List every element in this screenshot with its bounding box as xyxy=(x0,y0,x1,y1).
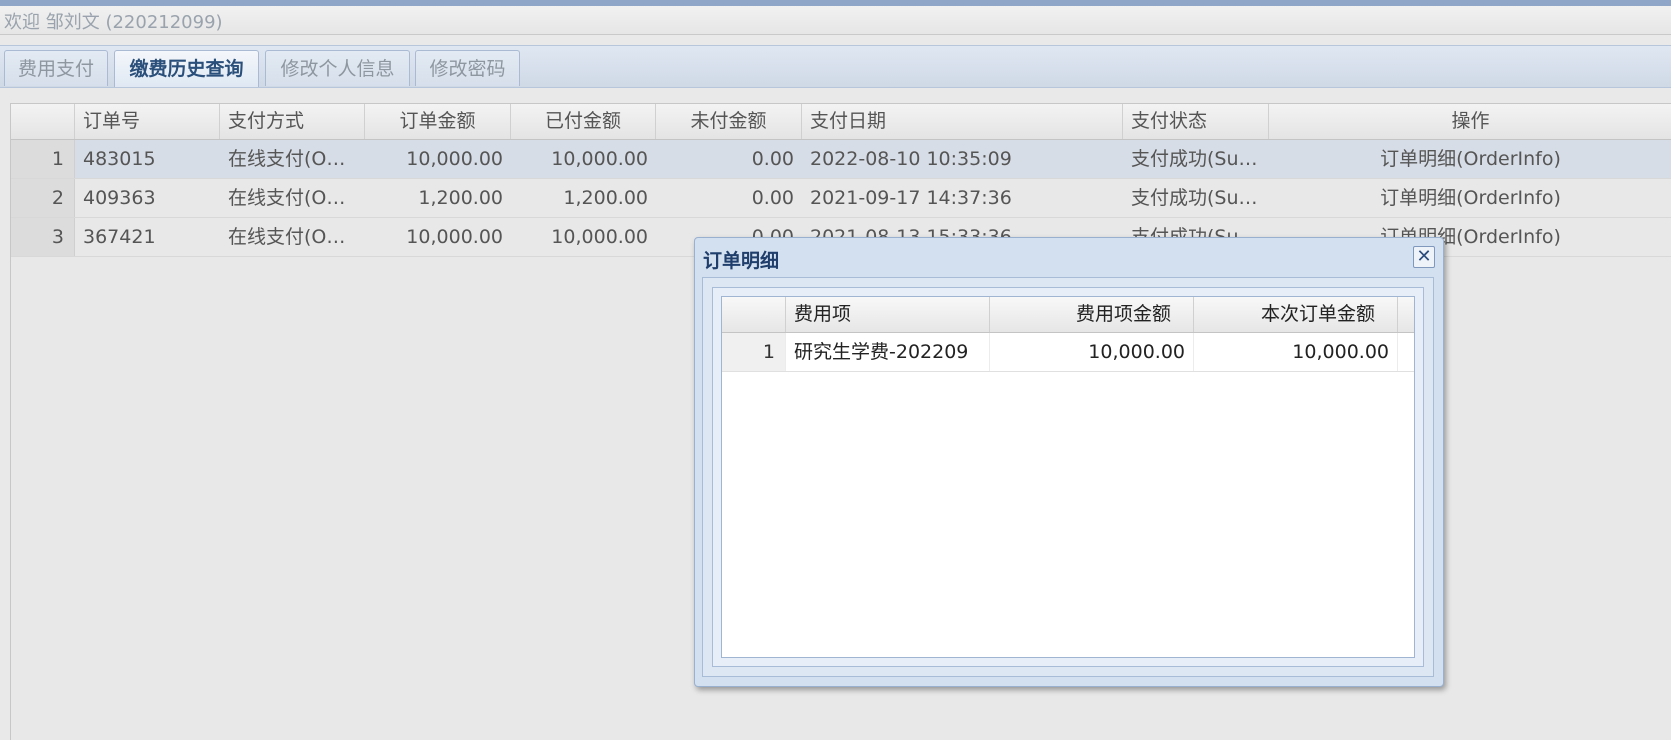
header-paid-amount[interactable]: 已付金额 xyxy=(511,104,656,139)
row-number: 3 xyxy=(11,218,75,256)
paid-amount: 10,000.00 xyxy=(551,148,648,170)
order-detail-grid: 费用项 费用项金额 本次订单金额 1 研究生学费-202209 10,000.0… xyxy=(721,296,1415,658)
tab-fee-payment[interactable]: 费用支付 xyxy=(4,50,108,86)
header-order-amount[interactable]: 订单金额 xyxy=(365,104,511,139)
pay-status: 支付成功(Su… xyxy=(1131,148,1258,170)
header-pay-date[interactable]: 支付日期 xyxy=(802,104,1123,139)
order-amount: 10,000.00 xyxy=(406,226,503,248)
dialog-body: 费用项 费用项金额 本次订单金额 1 研究生学费-202209 10,000.0… xyxy=(702,277,1434,677)
order-no: 409363 xyxy=(83,187,156,209)
fee-item: 研究生学费-202209 xyxy=(786,333,990,371)
tab-strip: 费用支付 缴费历史查询 修改个人信息 修改密码 xyxy=(0,45,1671,88)
detail-grid-header: 费用项 费用项金额 本次订单金额 xyxy=(722,297,1414,333)
header-order-no[interactable]: 订单号 xyxy=(75,104,220,139)
tab-edit-profile[interactable]: 修改个人信息 xyxy=(265,50,410,86)
table-row[interactable]: 1 研究生学费-202209 10,000.00 10,000.00 xyxy=(722,333,1414,372)
pay-method: 在线支付(O… xyxy=(228,187,346,209)
paid-amount: 1,200.00 xyxy=(563,187,648,209)
welcome-text: 欢迎 邹刘文 (220212099) xyxy=(4,12,223,33)
order-info-link[interactable]: 订单明细(OrderInfo) xyxy=(1269,140,1671,178)
dialog-title: 订单明细 xyxy=(703,250,780,272)
header-fee-item-amount[interactable]: 费用项金额 xyxy=(990,297,1194,332)
paid-amount: 10,000.00 xyxy=(551,226,648,248)
header-fee-item[interactable]: 费用项 xyxy=(786,297,990,332)
order-no: 367421 xyxy=(83,226,156,248)
header-pay-status[interactable]: 支付状态 xyxy=(1123,104,1269,139)
header-this-order-amount[interactable]: 本次订单金额 xyxy=(1194,297,1398,332)
pay-date: 2022-08-10 10:35:09 xyxy=(810,148,1012,170)
header-unpaid-amount[interactable]: 未付金额 xyxy=(656,104,802,139)
order-detail-dialog: 订单明细 ✕ 费用项 费用项金额 本次订单金额 1 研究生学费-202209 1… xyxy=(694,237,1444,687)
this-order-amount: 10,000.00 xyxy=(1194,333,1398,371)
detail-header-rownum xyxy=(722,297,786,332)
unpaid-amount: 0.00 xyxy=(751,187,794,209)
dialog-panel: 费用项 费用项金额 本次订单金额 1 研究生学费-202209 10,000.0… xyxy=(712,287,1424,667)
detail-header-filler xyxy=(1398,297,1414,332)
table-row[interactable]: 1 483015 在线支付(O… 10,000.00 10,000.00 0.0… xyxy=(11,140,1671,179)
order-info-link[interactable]: 订单明细(OrderInfo) xyxy=(1269,179,1671,217)
table-row[interactable]: 2 409363 在线支付(O… 1,200.00 1,200.00 0.00 … xyxy=(11,179,1671,218)
order-amount: 10,000.00 xyxy=(406,148,503,170)
row-number: 1 xyxy=(722,333,786,371)
fee-item-amount: 10,000.00 xyxy=(990,333,1194,371)
welcome-bar: 欢迎 邹刘文 (220212099) xyxy=(0,6,1671,35)
pay-status: 支付成功(Su… xyxy=(1131,187,1258,209)
header-action: 操作 xyxy=(1451,110,1490,132)
pay-method: 在线支付(O… xyxy=(228,226,346,248)
order-amount: 1,200.00 xyxy=(418,187,503,209)
row-number: 2 xyxy=(11,179,75,217)
close-icon[interactable]: ✕ xyxy=(1413,246,1435,268)
pay-method: 在线支付(O… xyxy=(228,148,346,170)
order-no: 483015 xyxy=(83,148,156,170)
row-number: 1 xyxy=(11,140,75,178)
header-rownum xyxy=(11,104,75,139)
pay-date: 2021-09-17 14:37:36 xyxy=(810,187,1012,209)
grid-header: 订单号 支付方式 订单金额 已付金额 未付金额 支付日期 支付状态 操作 xyxy=(11,104,1671,140)
header-pay-method[interactable]: 支付方式 xyxy=(220,104,365,139)
unpaid-amount: 0.00 xyxy=(751,148,794,170)
tab-payment-history[interactable]: 缴费历史查询 xyxy=(114,50,259,87)
tab-change-password[interactable]: 修改密码 xyxy=(415,50,520,86)
